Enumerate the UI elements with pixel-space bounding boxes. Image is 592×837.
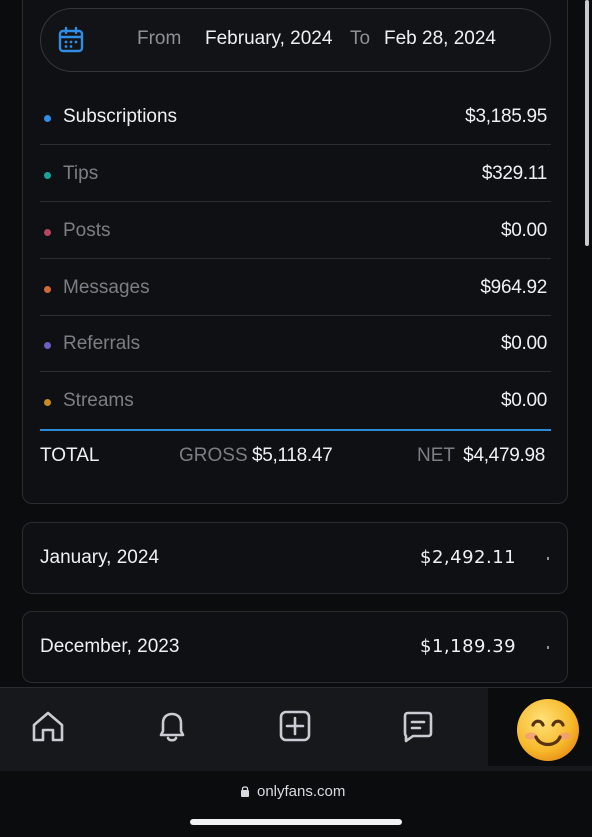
date-range-picker[interactable]: From February, 2024 To Feb 28, 2024	[40, 8, 551, 72]
calendar-icon	[58, 26, 84, 53]
month-card-january-2024[interactable]: January, 2024 $2,492.11	[22, 522, 568, 594]
chevron-icon	[547, 557, 549, 560]
bell-icon	[159, 712, 185, 742]
profile-avatar-area[interactable]	[488, 688, 592, 766]
subscriptions-dot-icon	[44, 115, 51, 122]
to-label: To	[350, 28, 371, 49]
earnings-row-referrals[interactable]: Referrals $0.00	[40, 316, 551, 372]
notifications-button[interactable]	[152, 706, 192, 746]
messages-button[interactable]	[398, 706, 438, 746]
home-button[interactable]	[28, 706, 68, 746]
earnings-amount: $0.00	[500, 333, 547, 354]
streams-dot-icon	[44, 399, 51, 406]
home-icon	[32, 711, 64, 742]
tips-dot-icon	[44, 172, 51, 179]
browser-url-bar[interactable]: onlyfans.com	[0, 771, 592, 837]
earnings-row-posts[interactable]: Posts $0.00	[40, 203, 551, 259]
month-label: January, 2024	[40, 547, 160, 568]
chevron-icon	[547, 646, 549, 649]
total-row: TOTAL GROSS $5,118.47 NET $4,479.98	[40, 445, 551, 469]
smiley-avatar-icon	[517, 699, 579, 761]
posts-dot-icon	[44, 229, 51, 236]
message-icon	[403, 711, 433, 743]
earnings-label: Messages	[63, 277, 150, 298]
url-text[interactable]: onlyfans.com	[257, 783, 345, 800]
month-label: December, 2023	[40, 636, 180, 657]
earnings-label: Tips	[63, 163, 99, 184]
earnings-amount: $329.11	[481, 163, 547, 184]
plus-square-icon	[279, 710, 311, 742]
earnings-row-streams[interactable]: Streams $0.00	[40, 373, 551, 429]
earnings-amount: $3,185.95	[465, 106, 547, 127]
referrals-dot-icon	[44, 342, 51, 349]
earnings-label: Posts	[63, 220, 111, 241]
add-post-button[interactable]	[275, 706, 315, 746]
messages-dot-icon	[44, 286, 51, 293]
gross-value: $5,118.47	[252, 445, 333, 466]
earnings-label: Streams	[63, 390, 134, 411]
to-date-value[interactable]: Feb 28, 2024	[384, 28, 496, 50]
from-date-value[interactable]: February, 2024	[205, 28, 332, 50]
earnings-amount: $0.00	[500, 220, 547, 241]
total-divider	[40, 429, 551, 431]
month-amount: $2,492.11	[420, 547, 517, 568]
page-scrollbar[interactable]	[585, 0, 589, 246]
earnings-amount: $0.00	[500, 390, 547, 411]
earnings-row-messages[interactable]: Messages $964.92	[40, 260, 551, 316]
earnings-row-tips[interactable]: Tips $329.11	[40, 146, 551, 202]
month-card-december-2023[interactable]: December, 2023 $1,189.39	[22, 611, 568, 683]
earnings-row-subscriptions[interactable]: Subscriptions $3,185.95	[40, 89, 551, 145]
from-label: From	[137, 28, 182, 49]
total-label: TOTAL	[40, 445, 100, 466]
earnings-label: Subscriptions	[63, 106, 178, 127]
lock-icon	[241, 786, 249, 797]
net-value: $4,479.98	[463, 445, 545, 466]
gross-label: GROSS	[179, 445, 248, 466]
earnings-amount: $964.92	[480, 277, 547, 298]
month-amount: $1,189.39	[420, 636, 517, 657]
earnings-label: Referrals	[63, 333, 141, 354]
bottom-navigation	[0, 687, 592, 771]
net-label: NET	[417, 445, 455, 466]
home-indicator[interactable]	[190, 819, 402, 825]
